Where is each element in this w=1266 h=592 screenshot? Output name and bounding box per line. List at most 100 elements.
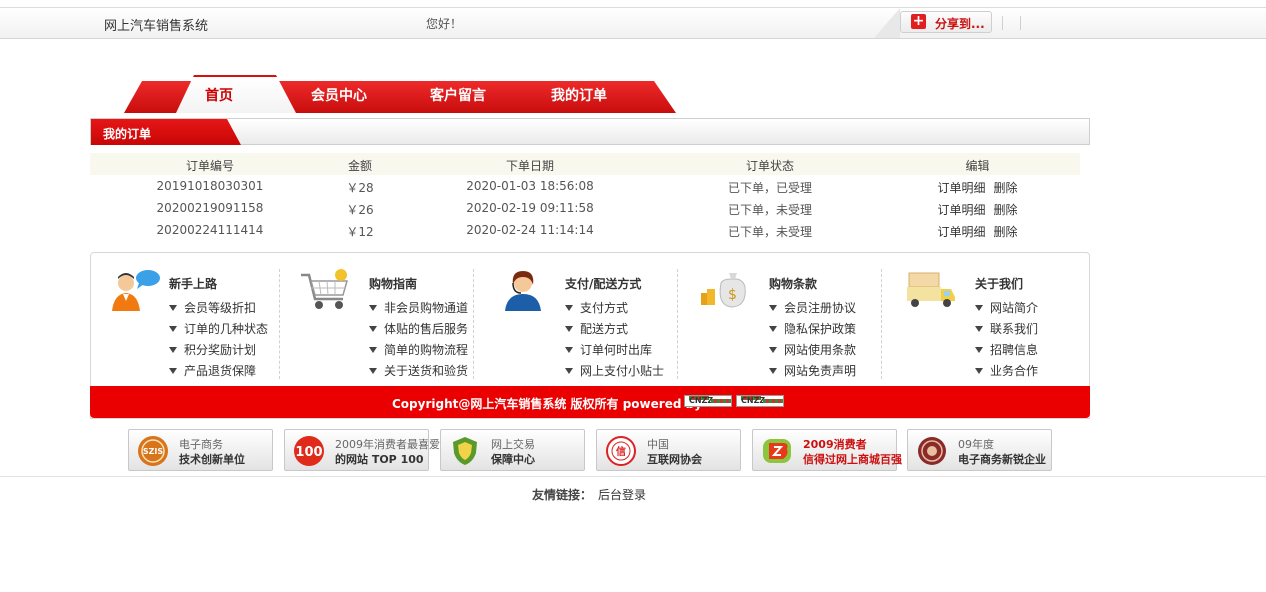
order-date: 2020-02-19 09:11:58: [466, 201, 594, 215]
szis-seal-icon: SZIS: [138, 436, 168, 466]
tab-member-center[interactable]: 会员中心: [311, 85, 367, 105]
help-column-shopping-guide: 购物指南 非会员购物通道 体贴的售后服务 简单的购物流程 关于送货和验货: [299, 267, 489, 378]
order-detail-link[interactable]: 订单明细: [937, 181, 985, 195]
orders-table: 订单编号 金额 下单日期 订单状态 编辑 20191018030301 ￥28 …: [90, 153, 1080, 241]
help-column-terms: $ 购物条款 会员注册协议 隐私保护政策 网站使用条款 网站免责声明: [697, 267, 887, 378]
column-divider: [473, 269, 474, 379]
order-detail-link[interactable]: 订单明细: [937, 203, 985, 217]
list-item[interactable]: 产品退货保障: [169, 362, 268, 383]
order-id: 20200219091158: [156, 201, 264, 215]
triangle-bullet-icon: [565, 326, 573, 332]
list-item[interactable]: 简单的购物流程: [369, 341, 468, 362]
list-item[interactable]: 配送方式: [565, 320, 664, 341]
triangle-bullet-icon: [769, 368, 777, 374]
svg-text:信: 信: [616, 445, 626, 458]
delete-order-link[interactable]: 删除: [994, 225, 1018, 239]
tab-home[interactable]: 首页: [205, 85, 233, 105]
table-row: 20191018030301 ￥28 2020-01-03 18:56:08 已…: [90, 175, 1080, 197]
order-status: 已下单，已受理: [727, 181, 812, 195]
help-column-title: 新手上路: [169, 277, 218, 291]
badge-line2: 技术创新单位: [179, 453, 245, 466]
section-header: 我的订单: [90, 118, 1090, 145]
help-links: 非会员购物通道 体贴的售后服务 简单的购物流程 关于送货和验货: [369, 299, 468, 383]
section-title: 我的订单: [103, 127, 152, 141]
emblem-icon: [918, 437, 946, 465]
svg-text:100: 100: [295, 445, 322, 460]
list-item[interactable]: 隐私保护政策: [769, 320, 856, 341]
help-column-title: 购物指南: [369, 277, 418, 291]
site-name: 网上汽车销售系统: [104, 19, 209, 34]
triangle-bullet-icon: [975, 326, 983, 332]
list-item[interactable]: 会员等级折扣: [169, 299, 268, 320]
friend-links-label: 友情链接：: [532, 488, 593, 502]
admin-login-link[interactable]: 后台登录: [598, 488, 646, 502]
greeting-text: 您好！: [426, 17, 463, 31]
trust-badge-consumer-trusted[interactable]: 2009消费者 信得过网上商城百强: [752, 429, 902, 471]
list-item[interactable]: 订单的几种状态: [169, 320, 268, 341]
list-item[interactable]: 联系我们: [975, 320, 1038, 341]
share-area: + 分享到...: [874, 8, 1024, 38]
order-date: 2020-02-24 11:14:14: [466, 223, 594, 237]
list-item[interactable]: 网上支付小贴士: [565, 362, 664, 383]
triangle-bullet-icon: [975, 368, 983, 374]
list-item[interactable]: 关于送货和验货: [369, 362, 468, 383]
delete-order-link[interactable]: 删除: [994, 203, 1018, 217]
triangle-bullet-icon: [369, 326, 377, 332]
list-item[interactable]: 积分奖励计划: [169, 341, 268, 362]
help-column-payment-delivery: 支付/配送方式 支付方式 配送方式 订单何时出库 网上支付小贴士: [501, 267, 691, 378]
column-header: 订单状态: [745, 159, 794, 173]
main-nav: 首页 会员中心 客户留言 我的订单: [124, 75, 676, 113]
help-links: 会员等级折扣 订单的几种状态 积分奖励计划 产品退货保障: [169, 299, 268, 383]
triangle-bullet-icon: [565, 347, 573, 353]
order-detail-link[interactable]: 订单明细: [937, 225, 985, 239]
list-item[interactable]: 支付方式: [565, 299, 664, 320]
divider: [0, 476, 1266, 477]
help-column-title: 关于我们: [975, 277, 1024, 291]
credit-seal-icon: 信: [606, 436, 636, 466]
share-button[interactable]: + 分享到...: [900, 11, 992, 33]
trust-badge-ecommerce-innovation[interactable]: SZIS 电子商务 技术创新单位: [128, 429, 273, 471]
triangle-bullet-icon: [769, 326, 777, 332]
list-item[interactable]: 招聘信息: [975, 341, 1038, 362]
tab-customer-messages[interactable]: 客户留言: [430, 85, 486, 105]
column-divider: [881, 269, 882, 379]
triangle-bullet-icon: [975, 305, 983, 311]
table-header-row: 订单编号 金额 下单日期 订单状态 编辑: [90, 153, 1080, 175]
share-label: 分享到...: [935, 17, 985, 31]
trust-badge-ecommerce-rising[interactable]: 09年度 电子商务新锐企业: [907, 429, 1052, 471]
badge-line2: 互联网协会: [647, 453, 702, 466]
delete-order-link[interactable]: 删除: [994, 181, 1018, 195]
list-item[interactable]: 网站免责声明: [769, 362, 856, 383]
active-tab-background: [176, 75, 296, 113]
list-item[interactable]: 体贴的售后服务: [369, 320, 468, 341]
order-amount: ￥28: [346, 181, 374, 195]
order-actions: 订单明细 删除: [890, 223, 1065, 240]
tab-my-orders[interactable]: 我的订单: [551, 85, 607, 105]
order-status: 已下单，未受理: [727, 203, 812, 217]
svg-text:SZIS: SZIS: [143, 447, 164, 456]
plus-icon: +: [911, 13, 926, 29]
copyright-text: Copyright@网上汽车销售系统 版权所有 powered by: [392, 397, 703, 411]
order-status: 已下单，未受理: [727, 225, 812, 239]
badge-line2: 保障中心: [491, 453, 535, 466]
divider: [1002, 16, 1003, 30]
triangle-bullet-icon: [769, 347, 777, 353]
list-item[interactable]: 网站简介: [975, 299, 1038, 320]
triangle-bullet-icon: [169, 326, 177, 332]
list-item[interactable]: 订单何时出库: [565, 341, 664, 362]
cnzz-stat-badge[interactable]: CNZZ: [684, 395, 732, 407]
trust-badge-top100[interactable]: 100 2009年消费者最喜爱 的网站 TOP 100: [284, 429, 440, 471]
order-actions: 订单明细 删除: [890, 201, 1065, 218]
copyright-bar: Copyright@网上汽车销售系统 版权所有 powered by CNZZ …: [90, 386, 1090, 418]
trust-badge-internet-society[interactable]: 信 中国 互联网协会: [596, 429, 741, 471]
triangle-bullet-icon: [565, 305, 573, 311]
trust-badge-online-trade-protection[interactable]: 网上交易 保障中心: [440, 429, 585, 471]
list-item[interactable]: 业务合作: [975, 362, 1038, 383]
badge-line1: 电子商务: [179, 438, 223, 451]
list-item[interactable]: 网站使用条款: [769, 341, 856, 362]
cnzz-stat-badge[interactable]: CNZZ: [736, 395, 784, 407]
list-item[interactable]: 会员注册协议: [769, 299, 856, 320]
table-row: 20200219091158 ￥26 2020-02-19 09:11:58 已…: [90, 197, 1080, 219]
list-item[interactable]: 非会员购物通道: [369, 299, 468, 320]
top100-seal-icon: 100: [294, 436, 324, 466]
